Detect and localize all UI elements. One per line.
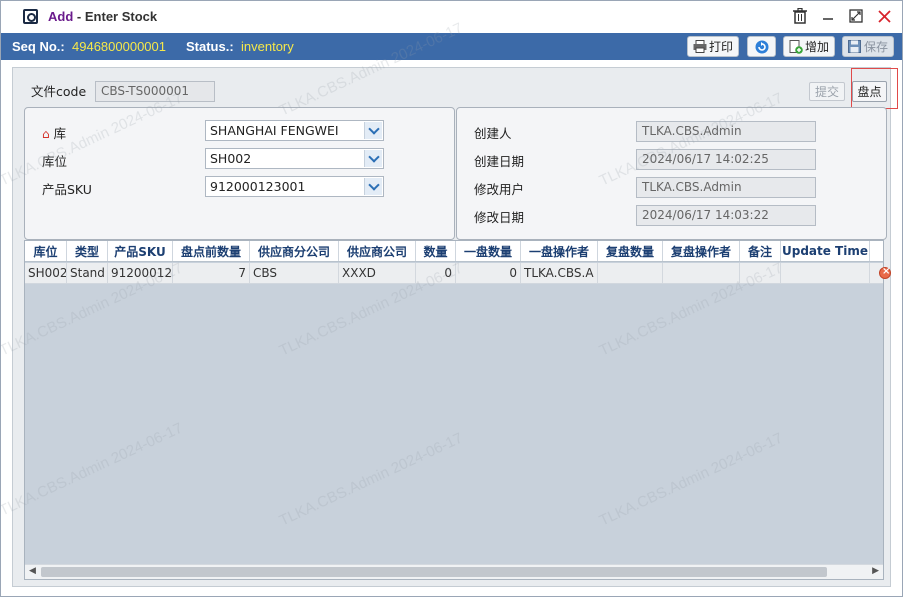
column-header[interactable]: 供应商分公司 <box>250 241 339 261</box>
seq-label: Seq No.: <box>12 39 65 54</box>
column-header[interactable]: 盘点前数量 <box>173 241 250 261</box>
table-cell: SH002 <box>25 263 67 283</box>
table-cell <box>663 263 740 283</box>
sku-select[interactable]: 912000123001 <box>205 176 384 197</box>
table-cell: 912000123 <box>108 263 173 283</box>
creator-label: 创建人 <box>474 126 512 141</box>
close-icon[interactable] <box>876 7 892 25</box>
title-bar: Add - Enter Stock <box>1 1 902 33</box>
add-document-icon <box>789 40 803 54</box>
window-controls <box>792 7 892 25</box>
status-value: inventory <box>241 39 294 54</box>
warehouse-value: SHANGHAI FENGWEI <box>210 123 339 138</box>
table-cell: CBS <box>250 263 339 283</box>
title-name: Enter Stock <box>84 9 158 24</box>
table-cell: XXXD <box>339 263 416 283</box>
column-header[interactable]: 一盘数量 <box>456 241 521 261</box>
title-action: Add <box>48 9 74 24</box>
doc-code-label: 文件code <box>31 84 87 99</box>
warehouse-select[interactable]: SHANGHAI FENGWEI <box>205 120 384 141</box>
created-date-label: 创建日期 <box>474 154 525 169</box>
refresh-icon <box>755 40 769 54</box>
table-cell <box>781 263 870 283</box>
modified-date-label: 修改日期 <box>474 210 525 225</box>
delete-row-icon[interactable] <box>879 266 891 279</box>
modifier-field: TLKA.CBS.Admin <box>636 177 816 198</box>
submit-button[interactable]: 提交 <box>809 82 845 101</box>
creator-field: TLKA.CBS.Admin <box>636 121 816 142</box>
title-separator: - <box>76 9 82 24</box>
warehouse-icon: ⌂ <box>42 127 50 141</box>
column-header[interactable]: 复盘操作者 <box>663 241 740 261</box>
chevron-down-icon[interactable] <box>364 178 382 195</box>
main-panel: 文件code CBS-TS000001 提交 盘点 ⌂ 库 SHANGHAI FE… <box>12 67 898 587</box>
chevron-down-icon[interactable] <box>364 150 382 167</box>
column-header[interactable]: 类型 <box>67 241 108 261</box>
created-date-field: 2024/06/17 14:02:25 <box>636 149 816 170</box>
scrollbar-thumb[interactable] <box>41 567 827 577</box>
column-header[interactable]: 备注 <box>740 241 781 261</box>
modifier-label: 修改用户 <box>474 182 525 197</box>
print-button[interactable]: 打印 <box>687 36 740 57</box>
status-label: Status.: <box>186 39 234 54</box>
warehouse-label: ⌂ 库 <box>42 126 67 141</box>
seq-value: 4946800000001 <box>72 39 166 54</box>
column-header[interactable]: 产品SKU <box>108 241 173 261</box>
chevron-down-icon[interactable] <box>364 122 382 139</box>
location-select[interactable]: SH002 <box>205 148 384 169</box>
scroll-right-icon[interactable]: ▶ <box>872 566 879 576</box>
sku-value: 912000123001 <box>210 179 306 194</box>
location-label: 库位 <box>42 154 68 169</box>
stock-count-button[interactable]: 盘点 <box>852 81 887 102</box>
modified-date-field: 2024/06/17 14:03:22 <box>636 205 816 226</box>
table-cell: 0 <box>456 263 521 283</box>
column-header[interactable]: 数量 <box>416 241 456 261</box>
scroll-left-icon[interactable]: ◀ <box>29 566 36 576</box>
column-header[interactable]: Update Time <box>781 241 870 261</box>
sku-label: 产品SKU <box>42 182 92 197</box>
column-header[interactable]: 一盘操作者 <box>521 241 598 261</box>
table-cell <box>598 263 663 283</box>
add-button[interactable]: 增加 <box>783 36 836 57</box>
refresh-button[interactable] <box>747 36 776 57</box>
stock-grid: 库位 类型 产品SKU 盘点前数量 供应商分公司 供应商公司 数量 一盘数量 一… <box>24 240 891 580</box>
column-header[interactable]: 复盘数量 <box>598 241 663 261</box>
enter-stock-window: Add - Enter Stock Seq No.: 4946800000001… <box>0 0 903 597</box>
window-title: Add - Enter Stock <box>48 9 157 24</box>
table-row[interactable]: SH002 Stand 912000123 7 CBS XXXD 0 0 TLK… <box>25 263 883 284</box>
save-label: 保存 <box>864 40 889 54</box>
minimize-icon[interactable] <box>820 7 836 25</box>
horizontal-scrollbar[interactable]: ◀ ▶ <box>25 564 883 579</box>
table-cell: 7 <box>173 263 250 283</box>
table-cell: 0 <box>416 263 456 283</box>
audit-panel: 创建人 TLKA.CBS.Admin 创建日期 2024/06/17 14:02… <box>456 107 887 240</box>
column-header[interactable]: 供应商公司 <box>339 241 416 261</box>
column-header[interactable]: 库位 <box>25 241 67 261</box>
table-cell: Stand <box>67 263 108 283</box>
print-label: 打印 <box>709 40 734 54</box>
info-bar: Seq No.: 4946800000001 Status.: inventor… <box>1 33 902 60</box>
table-cell: TLKA.CBS.A <box>521 263 598 283</box>
search-document-icon <box>23 9 38 24</box>
trash-icon[interactable] <box>792 7 808 25</box>
printer-icon <box>693 40 707 53</box>
grid-header: 库位 类型 产品SKU 盘点前数量 供应商分公司 供应商公司 数量 一盘数量 一… <box>25 241 883 262</box>
save-disk-icon <box>848 40 861 53</box>
save-button[interactable]: 保存 <box>842 36 895 57</box>
table-cell <box>740 263 781 283</box>
maximize-icon[interactable] <box>848 7 864 25</box>
doc-code-field: CBS-TS000001 <box>95 81 215 102</box>
add-label: 增加 <box>805 40 830 54</box>
filter-panel: ⌂ 库 SHANGHAI FENGWEI 库位 SH002 产品SKU 91200… <box>24 107 455 240</box>
location-value: SH002 <box>210 151 252 166</box>
